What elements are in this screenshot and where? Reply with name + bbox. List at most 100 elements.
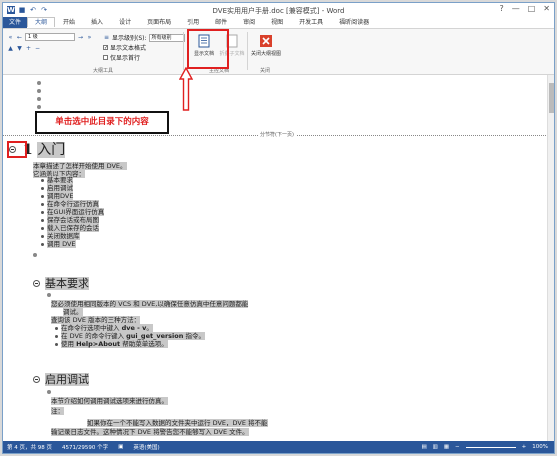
heading-2[interactable]: 启用调试 <box>45 373 89 386</box>
outline-level-select[interactable]: 1 级 <box>25 33 75 41</box>
bullet-icon <box>41 227 44 230</box>
close-icon[interactable]: ✕ <box>543 4 550 13</box>
list-item-text: 保存会话或布局图 <box>47 216 99 224</box>
annotation-arrow-icon <box>179 67 193 111</box>
list-item-text: 在 DVE 的命令行键入 <box>61 332 127 340</box>
move-expand-row: ▲ ▼ + − <box>7 45 41 52</box>
collapse-icon[interactable]: − <box>34 45 41 52</box>
outline-bullet[interactable] <box>33 253 37 257</box>
tab-developer[interactable]: 开发工具 <box>291 17 331 28</box>
intro-text-1: 本章描述了怎样开始使用 DVE。 <box>33 162 127 170</box>
close-outline-view-button[interactable]: 关闭大纲视图 <box>251 32 281 66</box>
list-item: 载入已保存的会话 <box>47 224 99 232</box>
body-text: 查询该 DVE 版本的三种方法： <box>51 316 141 324</box>
bullet-icon <box>41 211 44 214</box>
tab-review[interactable]: 审阅 <box>235 17 263 28</box>
outline-bullet[interactable] <box>37 89 41 93</box>
body-text: 本章描述了怎样开始使用 DVE。 <box>33 162 127 170</box>
tab-design[interactable]: 设计 <box>111 17 139 28</box>
body-text: 调试。 <box>63 308 83 316</box>
tab-file[interactable]: 文件 <box>3 17 28 28</box>
heading-2[interactable]: 基本要求 <box>45 277 89 290</box>
tab-layout[interactable]: 页面布局 <box>139 17 179 28</box>
window-controls: ? — □ ✕ <box>499 4 550 13</box>
list-item-text: 载入已保存的会话 <box>47 224 99 232</box>
heading-1[interactable]: 1 入门 <box>23 142 66 158</box>
zoom-level[interactable]: 100% <box>532 444 548 450</box>
list-item-text: 基本要求 <box>47 176 73 184</box>
body-text: 您必须使用相同版本的 VCS 和 DVE,以确保任意仿真中任意问题都能 <box>51 300 249 308</box>
expand-icon[interactable]: + <box>25 45 32 52</box>
outline-tools-label: 大纲工具 <box>93 68 114 74</box>
section-break-label: 分节符(下一页) <box>258 131 296 138</box>
zoom-slider[interactable] <box>465 447 516 448</box>
tab-view[interactable]: 视图 <box>263 17 291 28</box>
demote-to-body-icon[interactable]: » <box>86 34 93 41</box>
outline-bullet[interactable] <box>37 97 41 101</box>
outline-bullet[interactable] <box>47 390 51 394</box>
body-text: 注： <box>51 407 64 415</box>
annotation-callout: 单击选中此目录下的内容 <box>35 111 169 134</box>
web-layout-icon[interactable]: ▦ <box>444 444 449 450</box>
tab-home[interactable]: 开始 <box>55 17 83 28</box>
list-item-text: 指令。 <box>183 332 205 340</box>
word-count[interactable]: 4571/29590 个字 <box>62 443 108 451</box>
list-item: 保存会话或布局图 <box>47 216 99 224</box>
show-text-format-label: 显示文本格式 <box>110 45 147 52</box>
list-item: 在 DVE 的命令行键入 gui_get_version 指令。 <box>61 332 205 340</box>
read-mode-icon[interactable]: ▤ <box>421 444 426 450</box>
expand-collapse-icon[interactable] <box>33 280 40 287</box>
bullet-icon <box>55 343 58 346</box>
bullet-icon <box>41 219 44 222</box>
outline-bullet[interactable] <box>37 105 41 109</box>
bullet-icon <box>41 235 44 238</box>
window-title: DVE实用用户手册.doc [兼容模式] - Word <box>212 7 345 15</box>
list-item-text: 在命令行选项中键入 <box>61 324 122 332</box>
proofing-icon[interactable]: ▣ <box>118 444 123 450</box>
outline-level-row: « ← 1 级 → » <box>7 33 93 41</box>
tab-foxit[interactable]: 福昕阅读器 <box>331 17 377 28</box>
language[interactable]: 英语(美国) <box>133 443 159 451</box>
show-text-format-row[interactable]: ✓ 显示文本格式 <box>103 43 146 52</box>
tab-insert[interactable]: 插入 <box>83 17 111 28</box>
zoom-in-icon[interactable]: + <box>522 444 527 450</box>
tab-outline[interactable]: 大纲 <box>27 17 56 28</box>
vertical-scrollbar[interactable] <box>547 75 554 443</box>
show-level-row: ≡ 显示级别(S): 所有级别 <box>103 33 185 42</box>
list-item: 调用DVE <box>47 192 74 200</box>
list-item-text: 关闭数据库 <box>47 232 80 240</box>
show-level-select[interactable]: 所有级别 <box>148 33 185 42</box>
zoom-out-icon[interactable]: − <box>455 444 460 450</box>
expand-collapse-icon[interactable] <box>33 376 40 383</box>
show-first-line-row[interactable]: 仅显示首行 <box>103 53 140 62</box>
list-item-text: 在GUI界面运行仿真 <box>47 208 105 216</box>
move-up-icon[interactable]: ▲ <box>7 45 14 52</box>
bullet-icon <box>41 187 44 190</box>
tab-references[interactable]: 引用 <box>179 17 207 28</box>
show-first-line-checkbox[interactable] <box>103 55 108 60</box>
word-window: W ■ ↶ ↷ DVE实用用户手册.doc [兼容模式] - Word ? — … <box>2 2 555 454</box>
outline-bullet[interactable] <box>47 293 51 297</box>
show-text-format-checkbox[interactable]: ✓ <box>103 45 108 51</box>
demote-icon[interactable]: → <box>77 34 84 41</box>
maximize-icon[interactable]: □ <box>528 4 536 13</box>
show-level-label: 显示级别(S): <box>112 35 147 42</box>
heading-2-text: 启用调试 <box>45 373 89 386</box>
scrollbar-thumb[interactable] <box>549 83 554 113</box>
bullet-icon <box>41 179 44 182</box>
promote-icon[interactable]: ← <box>16 34 23 41</box>
outline-bullet[interactable] <box>37 81 41 85</box>
print-layout-icon[interactable]: ▥ <box>433 444 438 450</box>
minimize-icon[interactable]: — <box>512 4 520 13</box>
list-item-text: 在命令行运行仿真 <box>47 200 99 208</box>
tab-mailings[interactable]: 邮件 <box>207 17 235 28</box>
list-item: 在命令行运行仿真 <box>47 200 99 208</box>
promote-to-heading1-icon[interactable]: « <box>7 34 14 41</box>
move-down-icon[interactable]: ▼ <box>16 45 23 52</box>
help-icon[interactable]: ? <box>499 4 503 13</box>
body-text-span: 调试。 <box>63 308 83 316</box>
body-text: 本节介绍如何调用调试选项来进行仿真。 <box>51 397 168 405</box>
command-text: dve - v <box>121 324 147 332</box>
page-count[interactable]: 第 4 页，共 98 页 <box>7 443 52 451</box>
list-item: 在命令行选项中键入 dve - v。 <box>61 324 153 332</box>
